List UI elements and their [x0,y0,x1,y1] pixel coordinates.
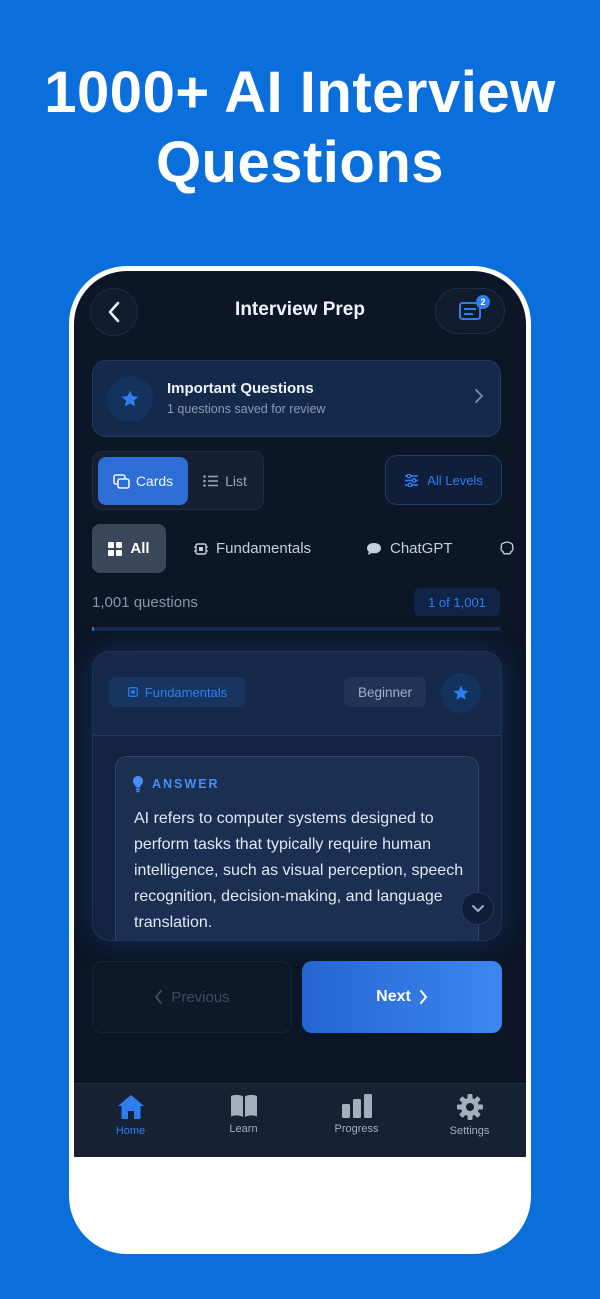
app-screen: Interview Prep 2 Important Questions 1 q… [74,271,526,1157]
category-chip-label: ChatGPT [390,540,453,557]
gear-icon [456,1094,483,1120]
category-chip-chatgpt[interactable]: ChatGPT [366,524,453,573]
grid-icon [108,541,123,556]
cards-icon [113,473,130,489]
star-icon-circle [107,376,153,422]
view-mode-toggle: Cards List [92,451,264,510]
tab-label: Progress [334,1123,379,1135]
tab-progress[interactable]: Progress [300,1084,413,1157]
next-button[interactable]: Next [302,961,502,1033]
previous-label: Previous [171,988,230,1006]
headline-line-1: 1000+ AI Interview [44,60,556,125]
bar-chart-icon [341,1094,372,1118]
expand-answer-button[interactable] [461,892,494,925]
chip-icon [194,542,208,555]
answer-label: ANSWER [152,777,220,791]
chevron-down-icon [471,905,484,913]
tab-label: Settings [449,1125,490,1137]
notification-badge: 2 [476,295,490,309]
promo-headline: 1000+ AI Interview Questions [0,58,600,198]
progress-bar-fill [92,627,95,631]
previous-button[interactable]: Previous [92,961,292,1033]
question-card-header: Fundamentals Beginner [93,652,501,736]
next-label: Next [376,988,411,1005]
headline-line-2: Questions [155,130,445,195]
category-chip-all[interactable]: All [92,524,166,573]
chevron-right-icon [419,990,428,1004]
chevron-right-icon [475,389,484,403]
question-count: 1,001 questions [92,594,198,611]
levels-filter-button[interactable]: All Levels [385,455,502,505]
cards-view-label: Cards [135,473,174,489]
saved-notes-button[interactable]: 2 [435,288,505,334]
list-icon [203,475,219,487]
list-view-button[interactable]: List [189,457,261,505]
filter-sliders-icon [405,473,419,487]
category-chip-label: All [130,540,150,557]
list-view-label: List [225,473,247,489]
home-icon [117,1095,144,1119]
question-card[interactable]: Fundamentals Beginner ANSWER AI refers t… [92,651,502,941]
category-badge-label: Fundamentals [144,684,228,700]
answer-text: AI refers to computer systems designed t… [134,810,464,931]
category-chip-fundamentals[interactable]: Fundamentals [194,524,311,573]
lightbulb-icon [133,776,143,793]
brain-icon [500,541,514,555]
category-badge: Fundamentals [109,677,245,707]
answer-heading: ANSWER [132,775,220,793]
tab-label: Learn [229,1123,258,1135]
category-chip-overflow[interactable] [500,524,514,573]
chip-icon [127,687,138,697]
tab-learn[interactable]: Learn [187,1084,300,1157]
progress-bar [92,627,501,631]
bottom-tab-bar: Home Learn Progress Settings [74,1083,526,1157]
tab-settings[interactable]: Settings [413,1084,526,1157]
book-icon [230,1094,257,1117]
category-chip-label: Fundamentals [216,540,312,557]
important-questions-card[interactable]: Important Questions 1 questions saved fo… [92,360,501,437]
position-indicator: 1 of 1,001 [414,588,500,616]
important-subtitle: 1 questions saved for review [167,402,326,416]
star-icon [121,390,139,407]
levels-filter-label: All Levels [427,472,483,488]
tab-label: Home [115,1125,146,1137]
important-title: Important Questions [167,380,314,397]
chat-bubble-icon [367,542,381,555]
tab-home[interactable]: Home [74,1084,187,1157]
bookmark-button[interactable] [441,673,481,713]
cards-view-button[interactable]: Cards [98,457,188,505]
difficulty-badge: Beginner [344,677,426,707]
answer-panel: ANSWER AI refers to computer systems des… [115,756,479,940]
star-icon [453,685,469,700]
chevron-left-icon [155,990,163,1004]
